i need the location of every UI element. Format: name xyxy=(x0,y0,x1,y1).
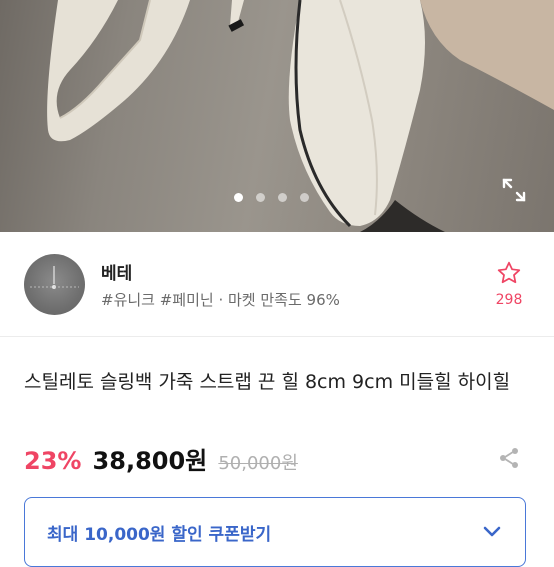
gallery-pagination[interactable] xyxy=(234,193,309,202)
coupon-label: 최대 10,000원 할인 쿠폰받기 xyxy=(47,525,272,545)
coupon-button[interactable]: 최대 10,000원 할인 쿠폰받기 xyxy=(24,497,526,567)
gallery-dot[interactable] xyxy=(300,193,309,202)
avatar[interactable] xyxy=(24,254,85,315)
product-image-gallery[interactable] xyxy=(0,0,554,232)
expand-icon[interactable] xyxy=(500,176,528,204)
price-row: 23% 38,800원 50,000원 xyxy=(24,441,298,476)
sale-price: 38,800원 xyxy=(92,447,208,475)
gallery-dot[interactable] xyxy=(278,193,287,202)
product-title: 스틸레토 슬링백 가죽 스트랩 끈 힐 8cm 9cm 미들힐 하이힐 xyxy=(24,371,511,393)
original-price: 50,000원 xyxy=(218,453,298,474)
seller-name[interactable]: 베테 xyxy=(101,259,132,284)
section-divider xyxy=(0,336,554,337)
discount-rate: 23% xyxy=(24,447,82,475)
gallery-dot[interactable] xyxy=(256,193,265,202)
share-icon[interactable] xyxy=(497,446,521,470)
chevron-down-icon xyxy=(483,526,501,537)
favorite-count: 298 xyxy=(495,292,523,308)
star-outline-icon xyxy=(497,261,521,284)
gallery-dot[interactable] xyxy=(234,193,243,202)
favorite-button[interactable]: 298 xyxy=(490,260,528,308)
seller-logo-icon xyxy=(30,266,79,289)
seller-tags: #유니크 #페미닌 · 마켓 만족도 96% xyxy=(101,291,340,309)
